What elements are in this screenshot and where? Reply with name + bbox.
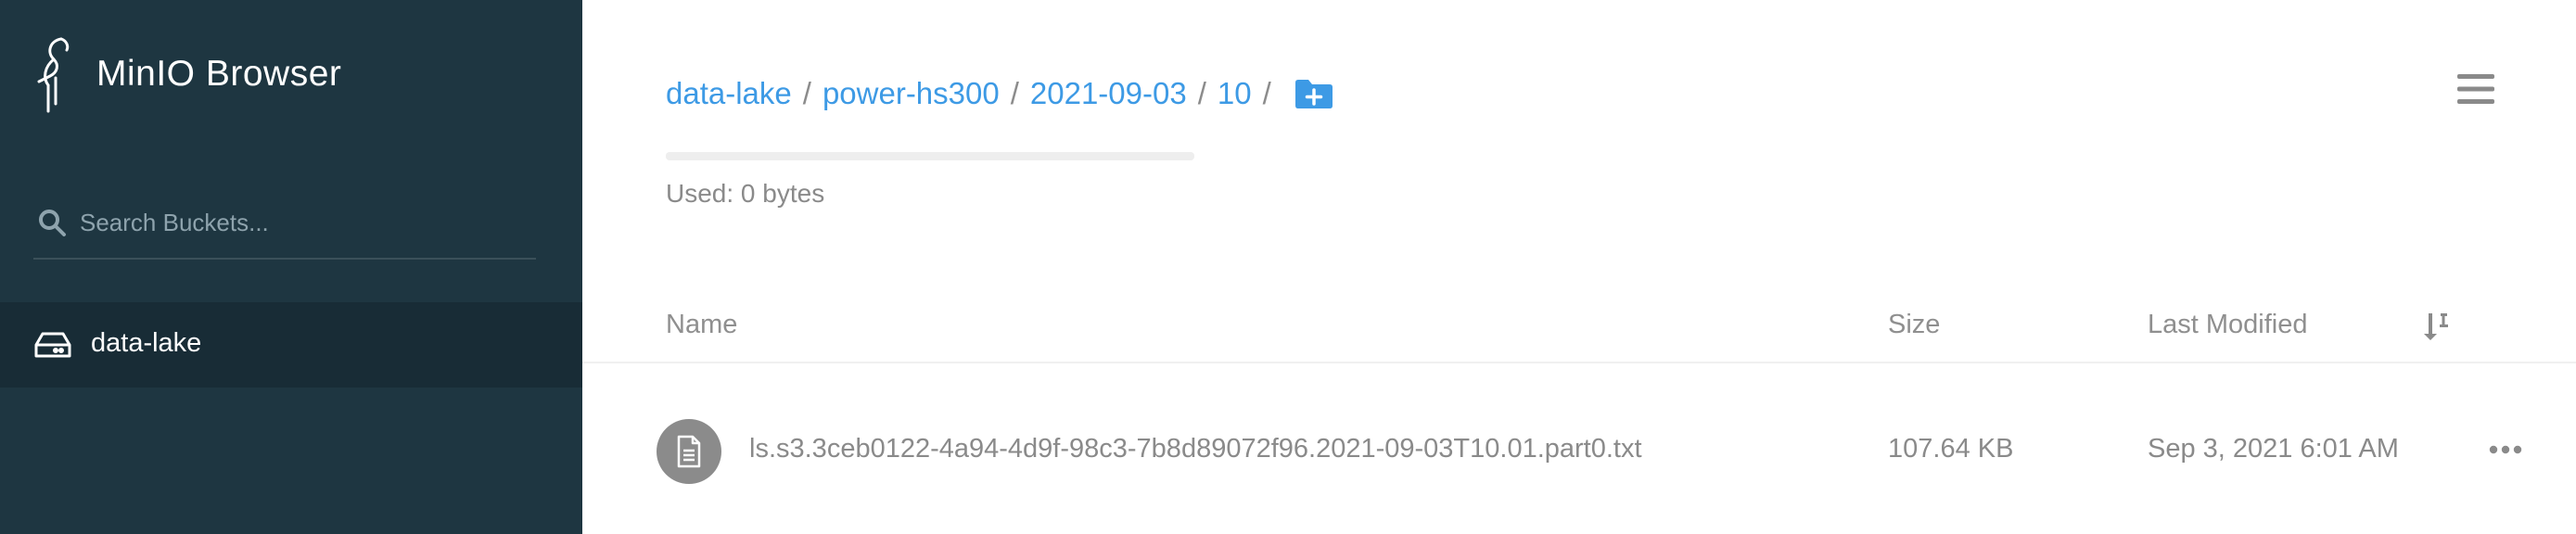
logo: MinIO Browser	[33, 35, 341, 120]
more-horizontal-icon[interactable]	[2489, 443, 2522, 456]
column-header-name[interactable]: Name	[666, 310, 737, 340]
folder-plus-icon[interactable]	[1294, 77, 1334, 110]
search-input[interactable]	[80, 202, 525, 243]
column-header-size[interactable]: Size	[1888, 310, 1940, 340]
sort-icon[interactable]	[2420, 310, 2452, 341]
breadcrumb-item-bucket[interactable]: data-lake	[666, 76, 792, 111]
breadcrumb-item-device[interactable]: power-hs300	[823, 76, 1000, 111]
breadcrumb: data-lake / power-hs300 / 2021-09-03 / 1…	[666, 76, 1334, 111]
breadcrumb-item-date[interactable]: 2021-09-03	[1030, 76, 1187, 111]
app-title: MinIO Browser	[96, 54, 342, 94]
bucket-label: data-lake	[91, 328, 202, 358]
file-last-modified: Sep 3, 2021 6:01 AM	[2148, 434, 2399, 464]
file-size: 107.64 KB	[1888, 434, 2014, 464]
column-header-last-modified[interactable]: Last Modified	[2148, 310, 2308, 340]
sidebar-item-data-lake[interactable]: data-lake	[0, 302, 582, 388]
minio-logo-icon	[33, 35, 72, 120]
table-row[interactable]: ls.s3.3ceb0122-4a94-4d9f-98c3-7b8d89072f…	[582, 399, 2576, 501]
storage-usage-bar	[666, 152, 1194, 160]
breadcrumb-item-hour[interactable]: 10	[1218, 76, 1252, 111]
bucket-search	[33, 197, 536, 260]
main-content: data-lake / power-hs300 / 2021-09-03 / 1…	[582, 0, 2576, 534]
hamburger-menu-icon[interactable]	[2457, 72, 2494, 106]
header-divider	[582, 362, 2576, 363]
file-name[interactable]: ls.s3.3ceb0122-4a94-4d9f-98c3-7b8d89072f…	[749, 434, 1642, 464]
sidebar: MinIO Browser data-lake	[0, 0, 582, 534]
search-icon	[37, 208, 67, 237]
breadcrumb-separator: /	[1010, 76, 1019, 110]
hard-drive-icon	[33, 330, 72, 360]
storage-used-label: Used: 0 bytes	[666, 179, 825, 208]
breadcrumb-separator: /	[802, 76, 811, 110]
breadcrumb-separator: /	[1197, 76, 1206, 110]
file-text-icon	[657, 419, 721, 484]
breadcrumb-separator: /	[1262, 76, 1271, 110]
